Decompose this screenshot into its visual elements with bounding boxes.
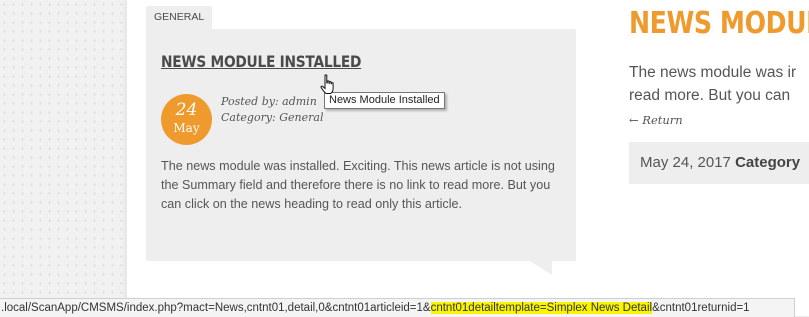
article-category: Category: General [221,111,324,124]
browser-status-bar: .local/ScanApp/CMSMS/index.php?mact=News… [0,298,795,317]
status-url-suffix: &cntnt01returnid=1 [652,302,750,314]
return-link[interactable]: ← Return [629,113,683,127]
detail-category-label: Category [735,154,801,171]
card-pointer [530,261,552,275]
date-day: 24 [175,100,198,120]
date-badge: 24 May [161,94,212,145]
posted-by: Posted by: admin [221,95,317,108]
hand-cursor-icon [320,74,334,94]
detail-text-line: The news module was ir [629,64,797,81]
detail-date-bar: May 24, 2017 Category [629,142,809,184]
heading-tooltip: News Module Installed [324,92,445,109]
detail-date: May 24, 2017 [640,154,731,171]
category-tab[interactable]: GENERAL [146,6,213,29]
status-url-highlight: cntnt01detailtemplate=Simplex News Detai… [430,302,653,314]
detail-text-line: read more. But you can [629,87,791,104]
date-month: May [173,121,200,135]
article-meta: Posted by: admin Category: General [221,94,323,126]
news-heading-link[interactable]: NEWS MODULE INSTALLED [161,52,361,71]
detail-title: NEWS MODULI [629,6,809,41]
detail-text: The news module was ir read more. But yo… [629,61,809,107]
status-url-prefix: .local/ScanApp/CMSMS/index.php?mact=News… [1,302,431,314]
article-body: The news module was installed. Exciting.… [161,159,555,211]
